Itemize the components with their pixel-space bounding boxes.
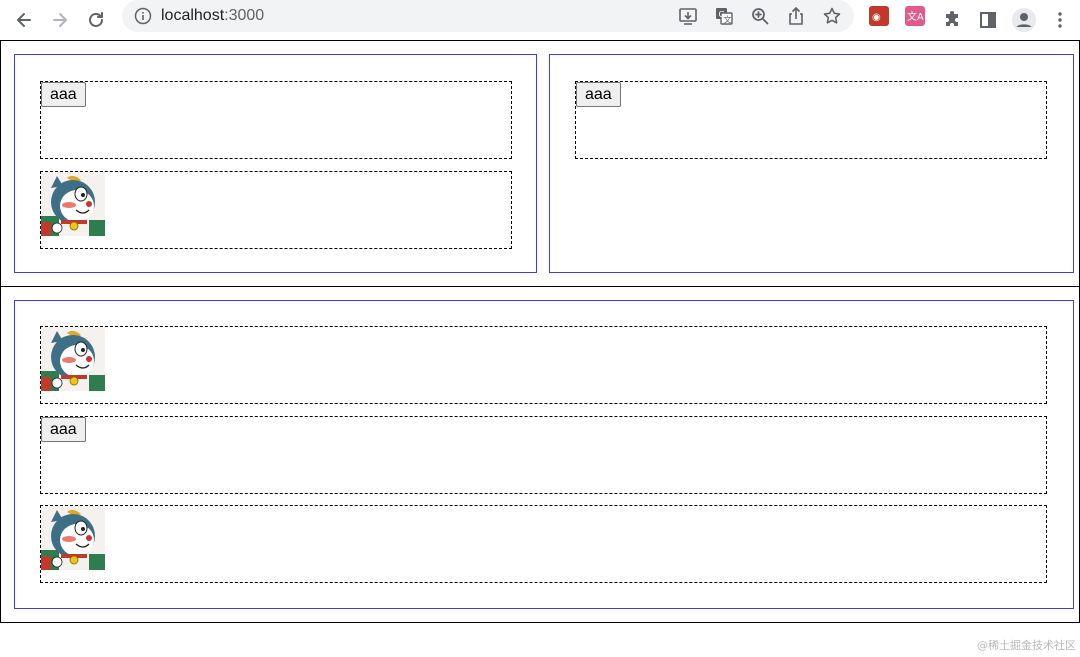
cell-image	[40, 505, 1047, 583]
share-icon	[789, 6, 803, 25]
url-host: localhost	[161, 7, 225, 24]
profile-button[interactable]	[1008, 4, 1040, 36]
puzzle-icon	[946, 11, 958, 26]
cell-button: aaa	[40, 81, 512, 159]
side-panel-icon	[980, 12, 996, 28]
kebab-menu-icon	[1058, 12, 1062, 28]
info-icon[interactable]	[134, 7, 152, 25]
reload-icon	[89, 12, 103, 27]
url-text[interactable]: localhost:3000	[161, 6, 264, 26]
address-bar[interactable]: localhost:3000 G 文	[122, 0, 854, 32]
svg-text:◉: ◉	[872, 12, 881, 23]
svg-text:文: 文	[724, 15, 732, 25]
side-panel-button[interactable]	[972, 4, 1004, 36]
extensions-button[interactable]	[936, 4, 968, 36]
arrow-left-icon	[17, 13, 31, 27]
watermark-text: @稀土掘金技术社区	[977, 639, 1076, 652]
cell-image	[40, 326, 1047, 404]
bookmark-button[interactable]	[820, 4, 844, 28]
forward-button[interactable]	[44, 4, 76, 36]
url-port: :3000	[224, 7, 265, 24]
extension-2-icon[interactable]: 文A	[905, 6, 925, 26]
cartoon-cat-image	[41, 172, 105, 236]
translate-icon: G 文	[716, 8, 733, 25]
reload-button[interactable]	[80, 4, 112, 36]
panel-right: aaa	[549, 54, 1074, 273]
install-icon	[679, 8, 697, 25]
row-bottom: aaa	[0, 286, 1080, 623]
back-button[interactable]	[8, 4, 40, 36]
svg-text:文A: 文A	[907, 10, 924, 23]
extension-1-icon[interactable]: ◉	[869, 6, 889, 26]
panel-left: aaa	[14, 54, 537, 273]
page-content: aaa aaa aaa @稀土掘金技术社区	[0, 40, 1080, 657]
cell-image	[40, 171, 512, 249]
aaa-button[interactable]: aaa	[41, 417, 86, 442]
arrow-right-icon	[53, 13, 67, 27]
zoom-button[interactable]	[748, 4, 772, 28]
aaa-button[interactable]: aaa	[41, 82, 86, 107]
cell-button: aaa	[575, 81, 1047, 159]
panel-full: aaa	[14, 300, 1074, 609]
menu-button[interactable]	[1044, 4, 1076, 36]
avatar-icon	[1012, 8, 1036, 32]
cartoon-cat-image	[41, 506, 105, 570]
cartoon-cat-image	[41, 327, 105, 391]
row-top: aaa aaa	[0, 40, 1080, 287]
install-button[interactable]	[676, 4, 700, 28]
browser-toolbar: localhost:3000 G 文 ◉ 文A	[0, 0, 1080, 40]
zoom-in-icon	[752, 8, 769, 25]
star-icon	[823, 7, 841, 24]
cell-button: aaa	[40, 416, 1047, 494]
aaa-button[interactable]: aaa	[576, 82, 621, 107]
translate-button[interactable]: G 文	[712, 4, 736, 28]
share-button[interactable]	[784, 4, 808, 28]
